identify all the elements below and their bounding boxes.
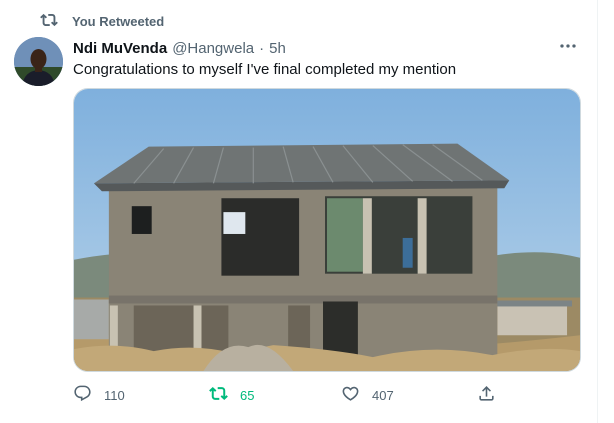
like-button[interactable]: 407 [341,384,394,406]
share-icon [477,384,496,406]
tweet-header: Ndi MuVenda @Hangwela · 5h [73,38,286,58]
heart-icon [341,384,360,406]
share-button[interactable] [477,384,496,406]
tweet-text: Congratulations to myself I've final com… [73,61,457,78]
tweet-card[interactable]: You Retweeted Ndi MuVenda @Hangwela · 5h… [0,0,598,423]
reply-icon [73,384,92,406]
like-count: 407 [372,387,394,403]
retweet-count: 65 [240,387,255,403]
more-options-icon[interactable] [557,38,579,54]
separator-dot: · [259,39,265,57]
avatar[interactable] [14,37,63,86]
reply-count: 110 [104,387,125,403]
user-handle[interactable]: @Hangwela [172,40,254,57]
retweet-icon [40,11,58,32]
reply-button[interactable]: 110 [73,384,125,406]
display-name[interactable]: Ndi MuVenda [73,40,167,57]
tweet-actions: 110 65 407 [73,384,503,406]
timestamp[interactable]: 5h [269,40,286,57]
retweet-icon [209,384,228,406]
retweet-context-label: You Retweeted [72,13,165,29]
retweet-button[interactable]: 65 [209,384,254,406]
tweet-photo[interactable] [73,88,581,372]
retweet-context: You Retweeted [40,11,164,31]
